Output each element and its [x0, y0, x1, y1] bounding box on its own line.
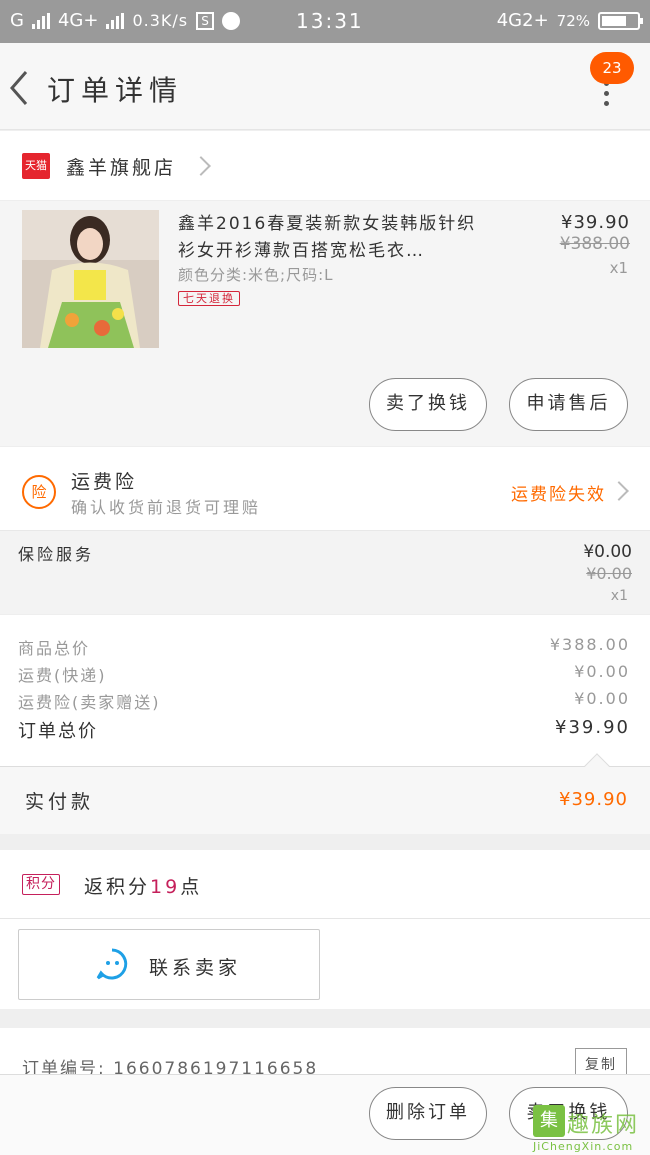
summary-label: 运费险(卖家赠送): [18, 693, 161, 712]
message-badge: 23: [590, 52, 634, 84]
service-quantity: x1: [610, 588, 628, 604]
product-price: ¥39.90: [561, 212, 630, 233]
signal-icon: [31, 12, 50, 29]
product-title[interactable]: 鑫羊2016春夏装新款女装韩版针织衫女开衫薄款百搭宽松毛衣…: [178, 211, 488, 265]
contact-area: 联系卖家: [0, 919, 650, 1009]
chevron-right-icon: [609, 481, 629, 501]
points-tag: 积分: [22, 874, 60, 895]
battery-icon: [598, 11, 643, 30]
summary-label: 商品总价: [18, 639, 91, 658]
network-label-2: 4G2+: [496, 10, 549, 31]
insurance-title: 运费险: [71, 471, 138, 493]
actual-payment-label: 实付款: [25, 791, 95, 813]
points-suffix: 点: [180, 876, 203, 898]
points-text: 返积分19点: [84, 872, 202, 899]
network-label: 4G+: [57, 10, 99, 31]
summary-row: 商品总价 ¥388.00: [18, 635, 630, 662]
summary-row: 运费(快递) ¥0.00: [18, 662, 630, 689]
product-sku: 颜色分类:米色;尺码:L: [178, 266, 334, 284]
insurance-subtitle: 确认收货前退货可理赔: [71, 498, 262, 517]
delete-order-button[interactable]: 删除订单: [369, 1087, 487, 1140]
speed-label: 0.3K/s: [132, 11, 189, 30]
summary-value: ¥0.00: [574, 662, 630, 681]
summary-label: 运费(快递): [18, 666, 107, 685]
shop-name: 鑫羊旗舰店: [66, 157, 177, 179]
product-card[interactable]: 鑫羊2016春夏装新款女装韩版针织衫女开衫薄款百搭宽松毛衣… 颜色分类:米色;尺…: [0, 201, 650, 446]
points-count: 19: [150, 876, 181, 898]
return-policy-tag: 七天退换: [178, 291, 240, 306]
order-total-value: ¥39.90: [555, 717, 630, 738]
order-total-label: 订单总价: [18, 721, 98, 742]
actual-payment-value: ¥39.90: [559, 789, 628, 810]
apply-aftersale-button[interactable]: 申请售后: [509, 378, 628, 431]
product-original-price: ¥388.00: [559, 234, 630, 254]
chat-bubble-icon: [96, 948, 128, 980]
battery-label: 72%: [556, 11, 590, 30]
carrier-label: G: [10, 10, 24, 31]
notification-icon: [222, 11, 241, 30]
insurance-service: 保险服务 ¥0.00 ¥0.00 x1: [0, 530, 650, 614]
contact-seller-label: 联系卖家: [149, 957, 242, 979]
app-icon: S: [196, 11, 215, 30]
points-prefix: 返积分: [84, 876, 151, 898]
actual-payment-row: 实付款 ¥39.90: [0, 753, 650, 834]
watermark-logo: 集: [533, 1105, 565, 1137]
product-quantity: x1: [609, 259, 628, 277]
shop-row[interactable]: 天猫 鑫羊旗舰店: [0, 131, 650, 201]
insurance-status: 运费险失效: [511, 485, 606, 505]
clock: 13:31: [296, 9, 364, 33]
service-original-price: ¥0.00: [586, 564, 632, 583]
price-summary: 商品总价 ¥388.00 运费(快递) ¥0.00 运费险(卖家赠送) ¥0.0…: [0, 614, 650, 766]
service-label: 保险服务: [18, 545, 95, 564]
chevron-right-icon: [191, 156, 211, 176]
signal-icon-2: [106, 12, 125, 29]
shipping-insurance-row[interactable]: 险 运费险 确认收货前退货可理赔 运费险失效: [0, 446, 650, 530]
watermark-url: JiChengXin.com: [533, 1140, 634, 1153]
summary-value: ¥0.00: [574, 689, 630, 708]
order-total-row: 订单总价 ¥39.90: [18, 717, 630, 744]
insurance-icon: 险: [22, 475, 56, 509]
back-arrow-icon[interactable]: [6, 68, 36, 108]
summary-row: 运费险(卖家赠送) ¥0.00: [18, 689, 630, 716]
contact-seller-button[interactable]: 联系卖家: [18, 929, 320, 1000]
navbar: 订单详情 23: [0, 43, 650, 130]
summary-value: ¥388.00: [549, 635, 630, 654]
product-image[interactable]: [22, 210, 159, 348]
watermark: 集 趣族网 JiChengXin.com: [533, 1105, 645, 1153]
status-bar: G 4G+ 0.3K/s S 13:31 4G2+ 72%: [0, 0, 650, 43]
service-price: ¥0.00: [583, 542, 632, 562]
sell-for-cash-button[interactable]: 卖了换钱: [369, 378, 487, 431]
watermark-text: 趣族网: [567, 1113, 640, 1138]
page-title: 订单详情: [47, 74, 184, 107]
tmall-logo: 天猫: [22, 153, 50, 179]
more-menu-icon[interactable]: [596, 81, 616, 106]
points-row: 积分 返积分19点: [0, 850, 650, 919]
